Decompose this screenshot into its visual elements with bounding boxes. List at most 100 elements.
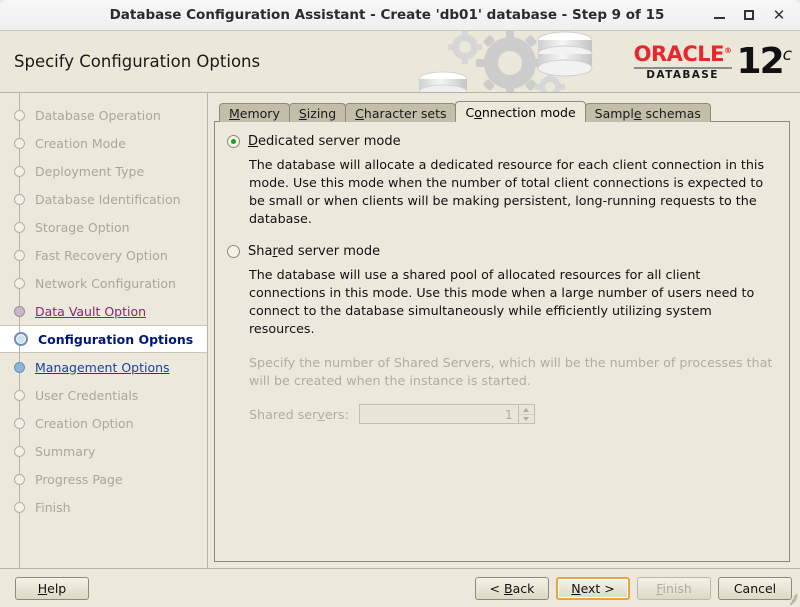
sidebar-item-deployment-type[interactable]: Deployment Type — [0, 157, 207, 185]
close-button[interactable]: ✕ — [764, 2, 794, 28]
tab-sizing[interactable]: Sizing — [288, 103, 347, 122]
sidebar-item-configuration-options[interactable]: Configuration Options — [0, 325, 207, 353]
sidebar-item-label: User Credentials — [35, 387, 139, 403]
next-button[interactable]: Next > — [556, 576, 630, 600]
step-bullet-icon — [14, 221, 25, 233]
oracle-product-name: DATABASE — [646, 68, 719, 81]
tab-label: Connection mode — [465, 104, 576, 120]
tab-memory[interactable]: Memory — [219, 103, 290, 122]
page-title: Specify Configuration Options — [14, 52, 261, 71]
step-bullet-icon — [14, 473, 25, 485]
sidebar-item-label: Storage Option — [35, 219, 130, 235]
step-bullet-icon — [14, 165, 25, 177]
back-button[interactable]: < Back — [475, 576, 549, 600]
step-bullet-icon — [14, 361, 25, 373]
chevron-down-icon — [523, 417, 530, 422]
sidebar-item-finish[interactable]: Finish — [0, 493, 207, 521]
step-bullet-icon — [14, 332, 28, 346]
sidebar-item-fast-recovery-option[interactable]: Fast Recovery Option — [0, 241, 207, 269]
sidebar-item-summary[interactable]: Summary — [0, 437, 207, 465]
trademark-symbol: ® — [724, 45, 732, 55]
shared-servers-hint: Specify the number of Shared Servers, wh… — [249, 355, 773, 389]
connection-mode-panel: Dedicated server mode The database will … — [214, 121, 790, 562]
step-bullet-icon — [14, 305, 25, 317]
step-bullet-icon — [14, 277, 25, 289]
maximize-icon — [744, 10, 754, 20]
window-controls: ✕ — [704, 2, 800, 28]
tab-character-sets[interactable]: Character sets — [345, 103, 457, 122]
dbca-window: Database Configuration Assistant - Creat… — [0, 0, 800, 607]
shared-server-label: Shared server mode — [248, 244, 381, 260]
step-bullet-icon — [14, 137, 25, 149]
shared-servers-stepper-buttons — [517, 405, 534, 424]
step-bullet-icon — [14, 193, 25, 205]
title-bar: Database Configuration Assistant - Creat… — [0, 0, 800, 31]
sidebar-item-label: Data Vault Option — [35, 303, 147, 319]
shared-servers-row: Shared servers: 1 — [249, 404, 777, 425]
minimize-button[interactable] — [704, 2, 734, 28]
oracle-version: 12c — [736, 40, 793, 82]
oracle-wordmark: ORACLE® — [633, 41, 732, 66]
content-pane: Memory Sizing Character sets Connection … — [208, 93, 800, 568]
sidebar-item-data-vault-option[interactable]: Data Vault Option — [0, 297, 207, 325]
resize-grip[interactable] — [785, 592, 798, 606]
step-connector-line — [19, 93, 20, 568]
dedicated-server-radio[interactable] — [227, 135, 240, 148]
tab-label: Character sets — [355, 105, 447, 121]
sidebar-item-label: Configuration Options — [38, 331, 194, 347]
step-bullet-icon — [14, 445, 25, 457]
sidebar-item-creation-mode[interactable]: Creation Mode — [0, 129, 207, 157]
step-bullet-icon — [14, 501, 25, 513]
shared-server-mode-option[interactable]: Shared server mode — [227, 244, 777, 259]
sidebar-item-label: Network Configuration — [35, 275, 176, 291]
sidebar-item-management-options[interactable]: Management Options — [0, 353, 207, 381]
tab-label: Sizing — [298, 105, 337, 121]
sidebar-item-label: Creation Mode — [35, 135, 126, 151]
sidebar-item-database-operation[interactable]: Database Operation — [0, 101, 207, 129]
sidebar-item-user-credentials[interactable]: User Credentials — [0, 381, 207, 409]
back-label: < Back — [489, 580, 535, 596]
body: Database Operation Creation Mode Deploym… — [0, 93, 800, 568]
dedicated-server-mode-option[interactable]: Dedicated server mode — [227, 134, 777, 149]
minimize-icon — [713, 17, 725, 19]
database-cylinder-small-icon — [418, 71, 468, 92]
sidebar-item-label: Fast Recovery Option — [35, 247, 168, 263]
shared-server-description: The database will use a shared pool of a… — [249, 267, 755, 337]
sidebar-item-network-configuration[interactable]: Network Configuration — [0, 269, 207, 297]
maximize-button[interactable] — [734, 2, 764, 28]
shared-servers-increment-button[interactable] — [518, 405, 534, 415]
shared-servers-decrement-button[interactable] — [518, 414, 534, 424]
step-bullet-icon — [14, 249, 25, 261]
step-bullet-icon — [14, 389, 25, 401]
cancel-button[interactable]: Cancel — [718, 576, 792, 600]
next-label: Next > — [571, 580, 615, 596]
sidebar-item-label: Finish — [35, 499, 71, 515]
sidebar-item-creation-option[interactable]: Creation Option — [0, 409, 207, 437]
sidebar-item-database-identification[interactable]: Database Identification — [0, 185, 207, 213]
oracle-logo: ORACLE® DATABASE 12c — [633, 40, 800, 82]
help-label: Help — [37, 580, 67, 596]
header-artwork: ORACLE® DATABASE 12c — [418, 31, 800, 92]
sidebar-item-label: Database Operation — [35, 107, 161, 123]
step-bullet-icon — [14, 417, 25, 429]
step-bullet-icon — [14, 109, 25, 121]
close-icon: ✕ — [772, 5, 786, 24]
shared-servers-label: Shared servers: — [249, 406, 349, 422]
tab-connection-mode[interactable]: Connection mode — [455, 101, 586, 122]
dedicated-server-description: The database will allocate a dedicated r… — [249, 157, 765, 227]
database-cylinder-icon — [537, 31, 593, 77]
sidebar-item-storage-option[interactable]: Storage Option — [0, 213, 207, 241]
sidebar-item-label: Database Identification — [35, 191, 181, 207]
tab-strip: Memory Sizing Character sets Connection … — [214, 101, 790, 122]
wizard-steps-sidebar: Database Operation Creation Mode Deploym… — [0, 93, 208, 568]
shared-servers-input[interactable]: 1 — [360, 405, 518, 423]
tab-sample-schemas[interactable]: Sample schemas — [584, 103, 711, 122]
shared-servers-stepper[interactable]: 1 — [358, 404, 535, 425]
shared-server-radio[interactable] — [227, 245, 240, 259]
sidebar-item-progress-page[interactable]: Progress Page — [0, 465, 207, 493]
dedicated-server-label: Dedicated server mode — [248, 134, 401, 149]
finish-label: Finish — [656, 580, 692, 596]
sidebar-item-label: Deployment Type — [35, 163, 145, 179]
help-button[interactable]: Help — [15, 576, 89, 600]
